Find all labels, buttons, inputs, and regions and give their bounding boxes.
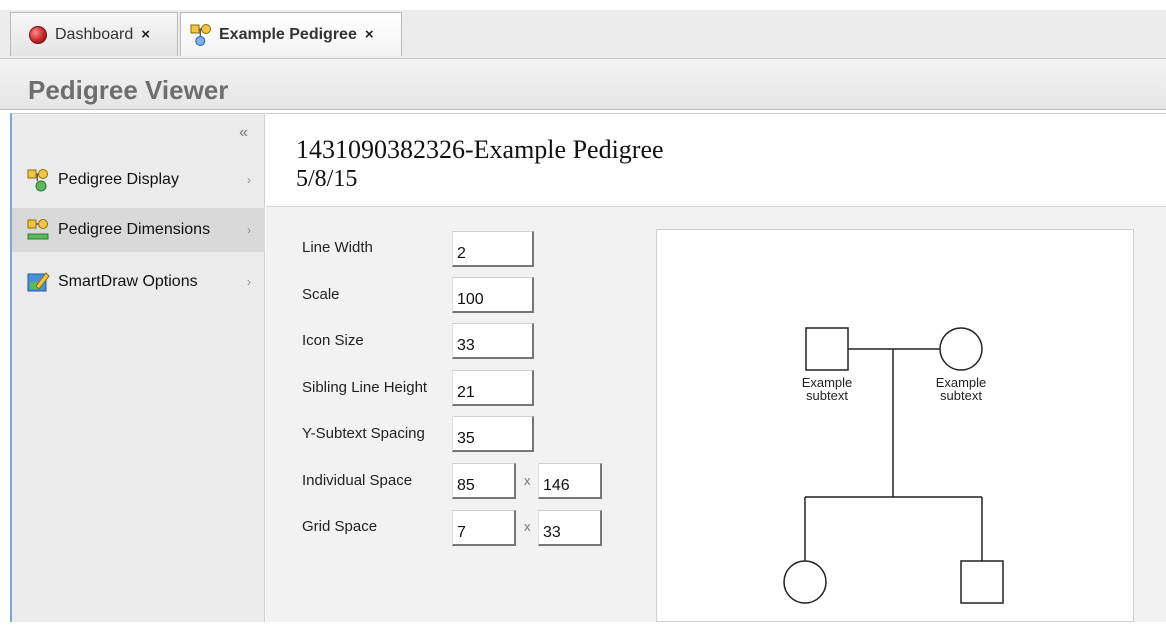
smartdraw-options-icon	[27, 272, 50, 292]
sibling-line-height-field[interactable]	[452, 370, 534, 406]
y-subtext-spacing-field[interactable]	[452, 416, 534, 452]
pedigree-header: 1431090382326-Example Pedigree 5/8/15	[266, 113, 1166, 207]
mother-subtext-2: subtext	[940, 388, 982, 403]
grid-space-label: Grid Space	[302, 518, 378, 535]
icon-size-label: Icon Size	[302, 332, 364, 349]
grid-space-x-field[interactable]	[452, 510, 516, 546]
pedigree-diagram: Example subtext Example subtext	[783, 327, 1004, 604]
grid-space-y-field[interactable]	[538, 510, 602, 546]
pedigree-name: 1431090382326-Example Pedigree	[296, 135, 664, 164]
father-symbol	[805, 327, 849, 371]
scale-field[interactable]	[452, 277, 534, 313]
pedigree-dimensions-icon	[27, 219, 49, 240]
page-title: Pedigree Viewer	[28, 75, 229, 105]
viewer-header: Pedigree Viewer	[0, 59, 1166, 110]
tab-bar: Dashboard × Example Pedigree ×	[0, 0, 1166, 59]
line-width-field[interactable]	[452, 231, 534, 267]
dimensions-panel: Line Width Scale Icon Size Sibling Line …	[266, 207, 1166, 622]
sidebar-item-label: SmartDraw Options	[58, 273, 198, 290]
scale-label: Scale	[302, 286, 340, 303]
sidebar-item-smartdraw-options[interactable]: SmartDraw Options ›	[12, 260, 265, 304]
y-subtext-spacing-label: Y-Subtext Spacing	[302, 425, 425, 442]
line-width-label: Line Width	[302, 239, 373, 256]
father-subtext-2: subtext	[806, 388, 848, 403]
mother-symbol	[939, 327, 983, 371]
chevron-right-icon: ›	[247, 275, 251, 289]
red-circle-icon	[29, 25, 47, 44]
close-icon[interactable]: ×	[365, 26, 374, 43]
close-icon[interactable]: ×	[141, 26, 150, 43]
sidebar-item-pedigree-dimensions[interactable]: Pedigree Dimensions ›	[12, 208, 265, 252]
daughter-symbol	[783, 560, 827, 604]
pedigree-display-icon	[27, 169, 48, 192]
individual-space-label: Individual Space	[302, 472, 413, 489]
individual-space-x-field[interactable]	[452, 463, 516, 499]
sibling-line-height-label: Sibling Line Height	[302, 379, 428, 396]
collapse-sidebar-button[interactable]: «	[239, 124, 248, 142]
son-symbol	[960, 560, 1004, 604]
chevron-right-icon: ›	[247, 223, 251, 237]
tab-dashboard-label: Dashboard	[55, 25, 134, 43]
dimension-separator: x	[524, 473, 531, 488]
sidebar-item-label: Pedigree Display	[58, 171, 179, 188]
chevron-right-icon: ›	[247, 173, 251, 187]
tab-bar-top	[0, 0, 1166, 10]
tab-example-pedigree[interactable]: Example Pedigree ×	[180, 12, 402, 56]
dimension-separator: x	[524, 519, 531, 534]
individual-space-y-field[interactable]	[538, 463, 602, 499]
pedigree-date: 5/8/15	[296, 166, 358, 192]
pedigree-preview: Example subtext Example subtext	[656, 229, 1134, 622]
sidebar-item-pedigree-display[interactable]: Pedigree Display ›	[12, 158, 265, 202]
tab-dashboard[interactable]: Dashboard ×	[10, 12, 178, 56]
tab-example-pedigree-label: Example Pedigree	[219, 25, 357, 43]
sidebar: « Pedigree Display › Pedigree Dimensions…	[10, 113, 265, 622]
pedigree-icon	[190, 23, 211, 46]
sidebar-item-label: Pedigree Dimensions	[58, 221, 211, 238]
icon-size-field[interactable]	[452, 323, 534, 359]
